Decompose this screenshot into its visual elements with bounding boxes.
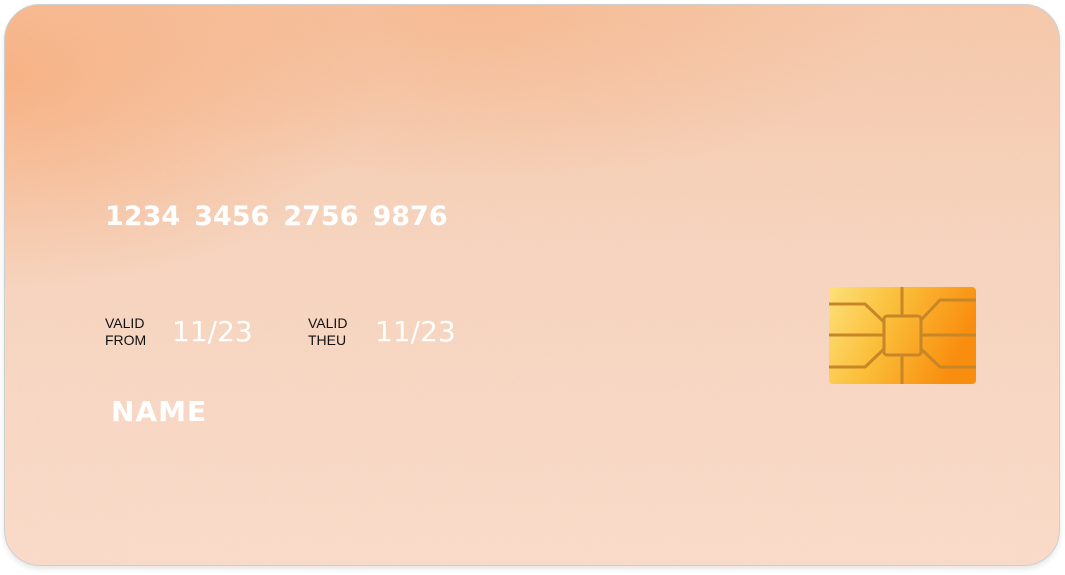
card-grain-texture — [5, 5, 1059, 565]
valid-from-label-line1: VALID — [105, 315, 145, 331]
valid-thru-label: VALID THEU — [308, 315, 347, 349]
valid-thru-label-line1: VALID — [308, 315, 348, 331]
sim-chip-icon — [829, 287, 976, 384]
valid-thru-date: 11/23 — [375, 315, 456, 348]
valid-thru-label-line2: THEU — [308, 332, 347, 348]
card-number-group-3: 2756 — [283, 201, 359, 232]
valid-from-date: 11/23 — [172, 315, 253, 348]
cardholder-name: NAME — [111, 395, 208, 428]
card-number-group-2: 3456 — [194, 201, 270, 232]
valid-from-label: VALID FROM — [105, 315, 146, 349]
card-number: 1234 3456 2756 9876 — [105, 201, 462, 232]
card-number-group-4: 9876 — [372, 201, 448, 232]
card-number-group-1: 1234 — [105, 201, 181, 232]
valid-from-label-line2: FROM — [105, 332, 147, 348]
credit-card: 1234 3456 2756 9876 VALID FROM 11/23 VALID … — [4, 4, 1060, 566]
